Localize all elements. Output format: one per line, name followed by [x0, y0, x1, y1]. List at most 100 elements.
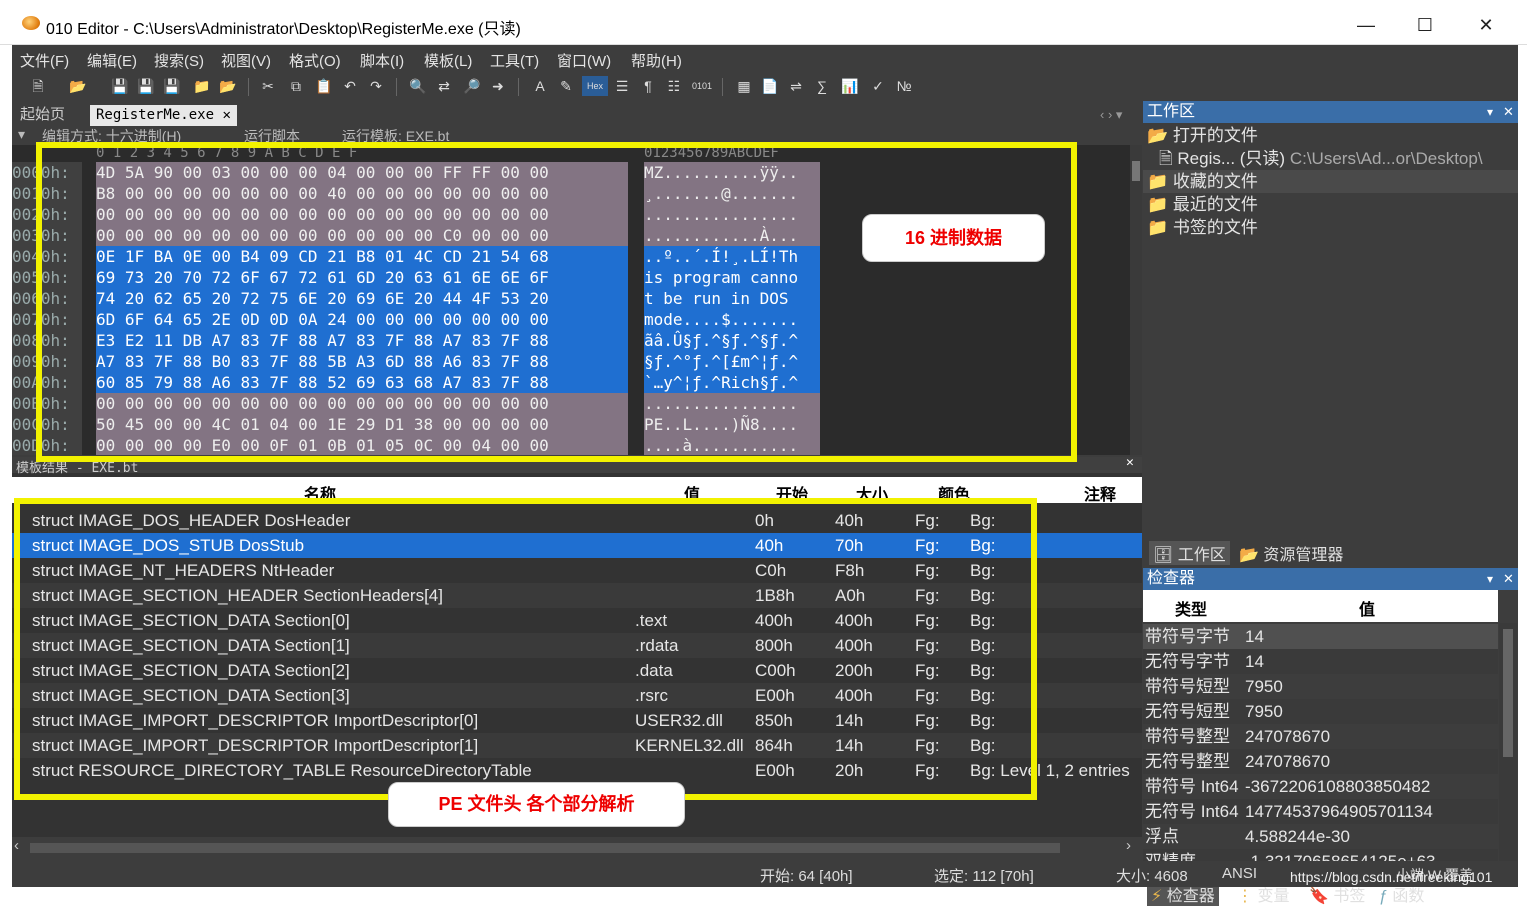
goto-icon[interactable]: ➜ — [488, 76, 508, 96]
file-tab-bar: 起始页 RegisterMe.exe ✕ ‹ › ▾ — [12, 103, 1142, 126]
workspace-menu-icon[interactable]: ▾ — [1487, 101, 1493, 123]
inspector-menu-icon[interactable]: ▾ — [1487, 568, 1493, 590]
tab-registerme[interactable]: RegisterMe.exe ✕ — [90, 105, 237, 126]
collapse-icon[interactable]: ▾ — [18, 126, 25, 143]
maximize-button[interactable]: ☐ — [1402, 10, 1448, 40]
inspector-col-value[interactable]: 值 — [1359, 596, 1375, 620]
inspector-type: 无符号 Int64 — [1145, 802, 1239, 821]
inspector-row[interactable]: 浮点 4.588244e-30 — [1143, 824, 1498, 849]
status-encoding[interactable]: ANSI — [1222, 865, 1257, 882]
copy-icon[interactable]: ⧉ — [286, 76, 306, 96]
close-button[interactable]: ✕ — [1463, 10, 1509, 40]
find-files-icon[interactable]: 🔎 — [462, 76, 482, 96]
pe-highlight-box — [14, 498, 1037, 800]
find-icon[interactable]: 🔍 — [408, 76, 428, 96]
bookmark-folder-icon: 📁 — [1147, 218, 1169, 237]
hex-vertical-scrollbar[interactable] — [1130, 145, 1142, 455]
cut-icon[interactable]: ✂ — [258, 76, 278, 96]
file-icon: 🗎 — [1159, 149, 1173, 168]
paragraph-icon[interactable]: ¶ — [638, 76, 658, 96]
hex-highlight-box — [36, 142, 1077, 462]
inspector-header: 检查器 ▾ ✕ — [1143, 568, 1518, 590]
inspector-close-icon[interactable]: ✕ — [1503, 568, 1514, 590]
save-as-icon[interactable]: 💾 — [136, 76, 156, 96]
tab-explorer[interactable]: 📂 资源管理器 — [1239, 541, 1343, 565]
menu-format[interactable]: 格式(O) — [289, 50, 341, 71]
new-file-icon[interactable]: 🗎 — [28, 76, 48, 96]
base-convert-icon[interactable]: № — [894, 76, 914, 96]
menu-view[interactable]: 视图(V) — [221, 50, 271, 71]
template-icon[interactable]: 📄 — [760, 76, 780, 96]
open-recent-icon[interactable]: 📂 — [218, 76, 238, 96]
undo-icon[interactable]: ↶ — [340, 76, 360, 96]
ws-favorite-files[interactable]: 📁 收藏的文件 — [1143, 170, 1518, 193]
status-selection: 选定: 112 [70h] — [934, 868, 1034, 885]
ws-favorite-label: 收藏的文件 — [1172, 172, 1258, 191]
menu-edit[interactable]: 编辑(E) — [87, 50, 137, 71]
inspector-value: -3672206108803850482 — [1245, 777, 1431, 796]
menu-search[interactable]: 搜索(S) — [154, 50, 204, 71]
workspace-close-icon[interactable]: ✕ — [1503, 101, 1514, 123]
inspector-col-type[interactable]: 类型 — [1175, 596, 1207, 620]
menu-tools[interactable]: 工具(T) — [490, 50, 539, 71]
template-close-icon[interactable]: ✕ — [1126, 455, 1134, 470]
open-file-icon[interactable]: 📂 — [68, 76, 88, 96]
inspector-row[interactable]: 带符号字节 14 — [1143, 624, 1498, 649]
redo-icon[interactable]: ↷ — [366, 76, 386, 96]
menu-template[interactable]: 模板(L) — [424, 50, 472, 71]
compare-icon[interactable]: ⇌ — [786, 76, 806, 96]
col-comment[interactable]: 注释 — [1084, 481, 1116, 505]
window-title: 010 Editor - C:\Users\Administrator\Desk… — [46, 21, 521, 38]
save-icon[interactable]: 💾 — [110, 76, 130, 96]
hex-mode-icon[interactable]: Hex — [582, 76, 608, 96]
inspector-type: 带符号字节 — [1145, 627, 1230, 646]
text-mode-icon[interactable]: ☰ — [612, 76, 632, 96]
calculator-icon[interactable]: ▦ — [734, 76, 754, 96]
inspector-column-header: 类型 值 — [1143, 590, 1498, 622]
ws-recent-files[interactable]: 📁 最近的文件 — [1143, 193, 1518, 216]
save-all-icon[interactable]: 💾 — [162, 76, 182, 96]
scroll-right-icon[interactable]: › — [1126, 837, 1131, 854]
inspector-value: 4.588244e-30 — [1245, 827, 1350, 846]
binary-icon[interactable]: 0101 — [692, 76, 712, 96]
folder-icon[interactable]: 📁 — [192, 76, 212, 96]
tab-close-icon[interactable]: ✕ — [222, 107, 230, 123]
tab-workspace[interactable]: 🗄 工作区 — [1149, 541, 1230, 565]
ws-bookmark-label: 书签的文件 — [1172, 218, 1258, 237]
menu-help[interactable]: 帮助(H) — [631, 50, 682, 71]
columns-icon[interactable]: ☷ — [664, 76, 684, 96]
tab-start-page[interactable]: 起始页 — [14, 105, 71, 126]
inspector-row[interactable]: 无符号 Int64 14774537964905701134 — [1143, 799, 1498, 824]
inspector-row[interactable]: 无符号字节 14 — [1143, 649, 1498, 674]
replace-icon[interactable]: ⇄ — [434, 76, 454, 96]
ws-bookmark-files[interactable]: 📁 书签的文件 — [1143, 216, 1518, 239]
font-icon[interactable]: A — [530, 76, 550, 96]
checksum-icon[interactable]: ∑ — [812, 76, 832, 96]
inspector-scrollbar[interactable] — [1499, 623, 1517, 875]
tab-scroll-arrows-icon[interactable]: ‹ › ▾ — [1094, 105, 1128, 126]
inspector-type: 浮点 — [1145, 827, 1179, 846]
status-size: 大小: 4608 — [1116, 868, 1188, 885]
status-start: 开始: 64 [40h] — [760, 868, 853, 885]
inspector-row[interactable]: 带符号短型 7950 — [1143, 674, 1498, 699]
paste-icon[interactable]: 📋 — [314, 76, 334, 96]
highlight-icon[interactable]: ✎ — [556, 76, 576, 96]
inspector-row[interactable]: 带符号 Int64 -3672206108803850482 — [1143, 774, 1498, 799]
inspector-row[interactable]: 带符号整型 247078670 — [1143, 724, 1498, 749]
ws-open-files[interactable]: 📂 打开的文件 — [1143, 124, 1518, 147]
template-horizontal-scrollbar[interactable]: ‹ › — [12, 837, 1142, 857]
histogram-icon[interactable]: 📊 — [840, 76, 860, 96]
menu-script[interactable]: 脚本(I) — [360, 50, 404, 71]
scroll-left-icon[interactable]: ‹ — [14, 837, 19, 854]
menu-file[interactable]: 文件(F) — [20, 50, 69, 71]
folder-open-icon: 📂 — [1147, 126, 1169, 145]
ws-open-file-entry[interactable]: 🗎 Regis... (只读) C:\Users\Ad...or\Desktop… — [1143, 147, 1518, 170]
inspector-value: 7950 — [1245, 677, 1283, 696]
run-script-icon[interactable]: ✓ — [868, 76, 888, 96]
menu-window[interactable]: 窗口(W) — [557, 50, 611, 71]
inspector-row[interactable]: 无符号短型 7950 — [1143, 699, 1498, 724]
ws-recent-label: 最近的文件 — [1172, 195, 1258, 214]
inspector-row[interactable]: 无符号整型 247078670 — [1143, 749, 1498, 774]
minimize-button[interactable]: — — [1343, 10, 1389, 40]
toolbar: 🗎 📂 💾 💾 💾 📁 📂 ✂ ⧉ 📋 ↶ ↷ 🔍 ⇄ 🔎 ➜ A ✎ Hex … — [12, 72, 1518, 102]
